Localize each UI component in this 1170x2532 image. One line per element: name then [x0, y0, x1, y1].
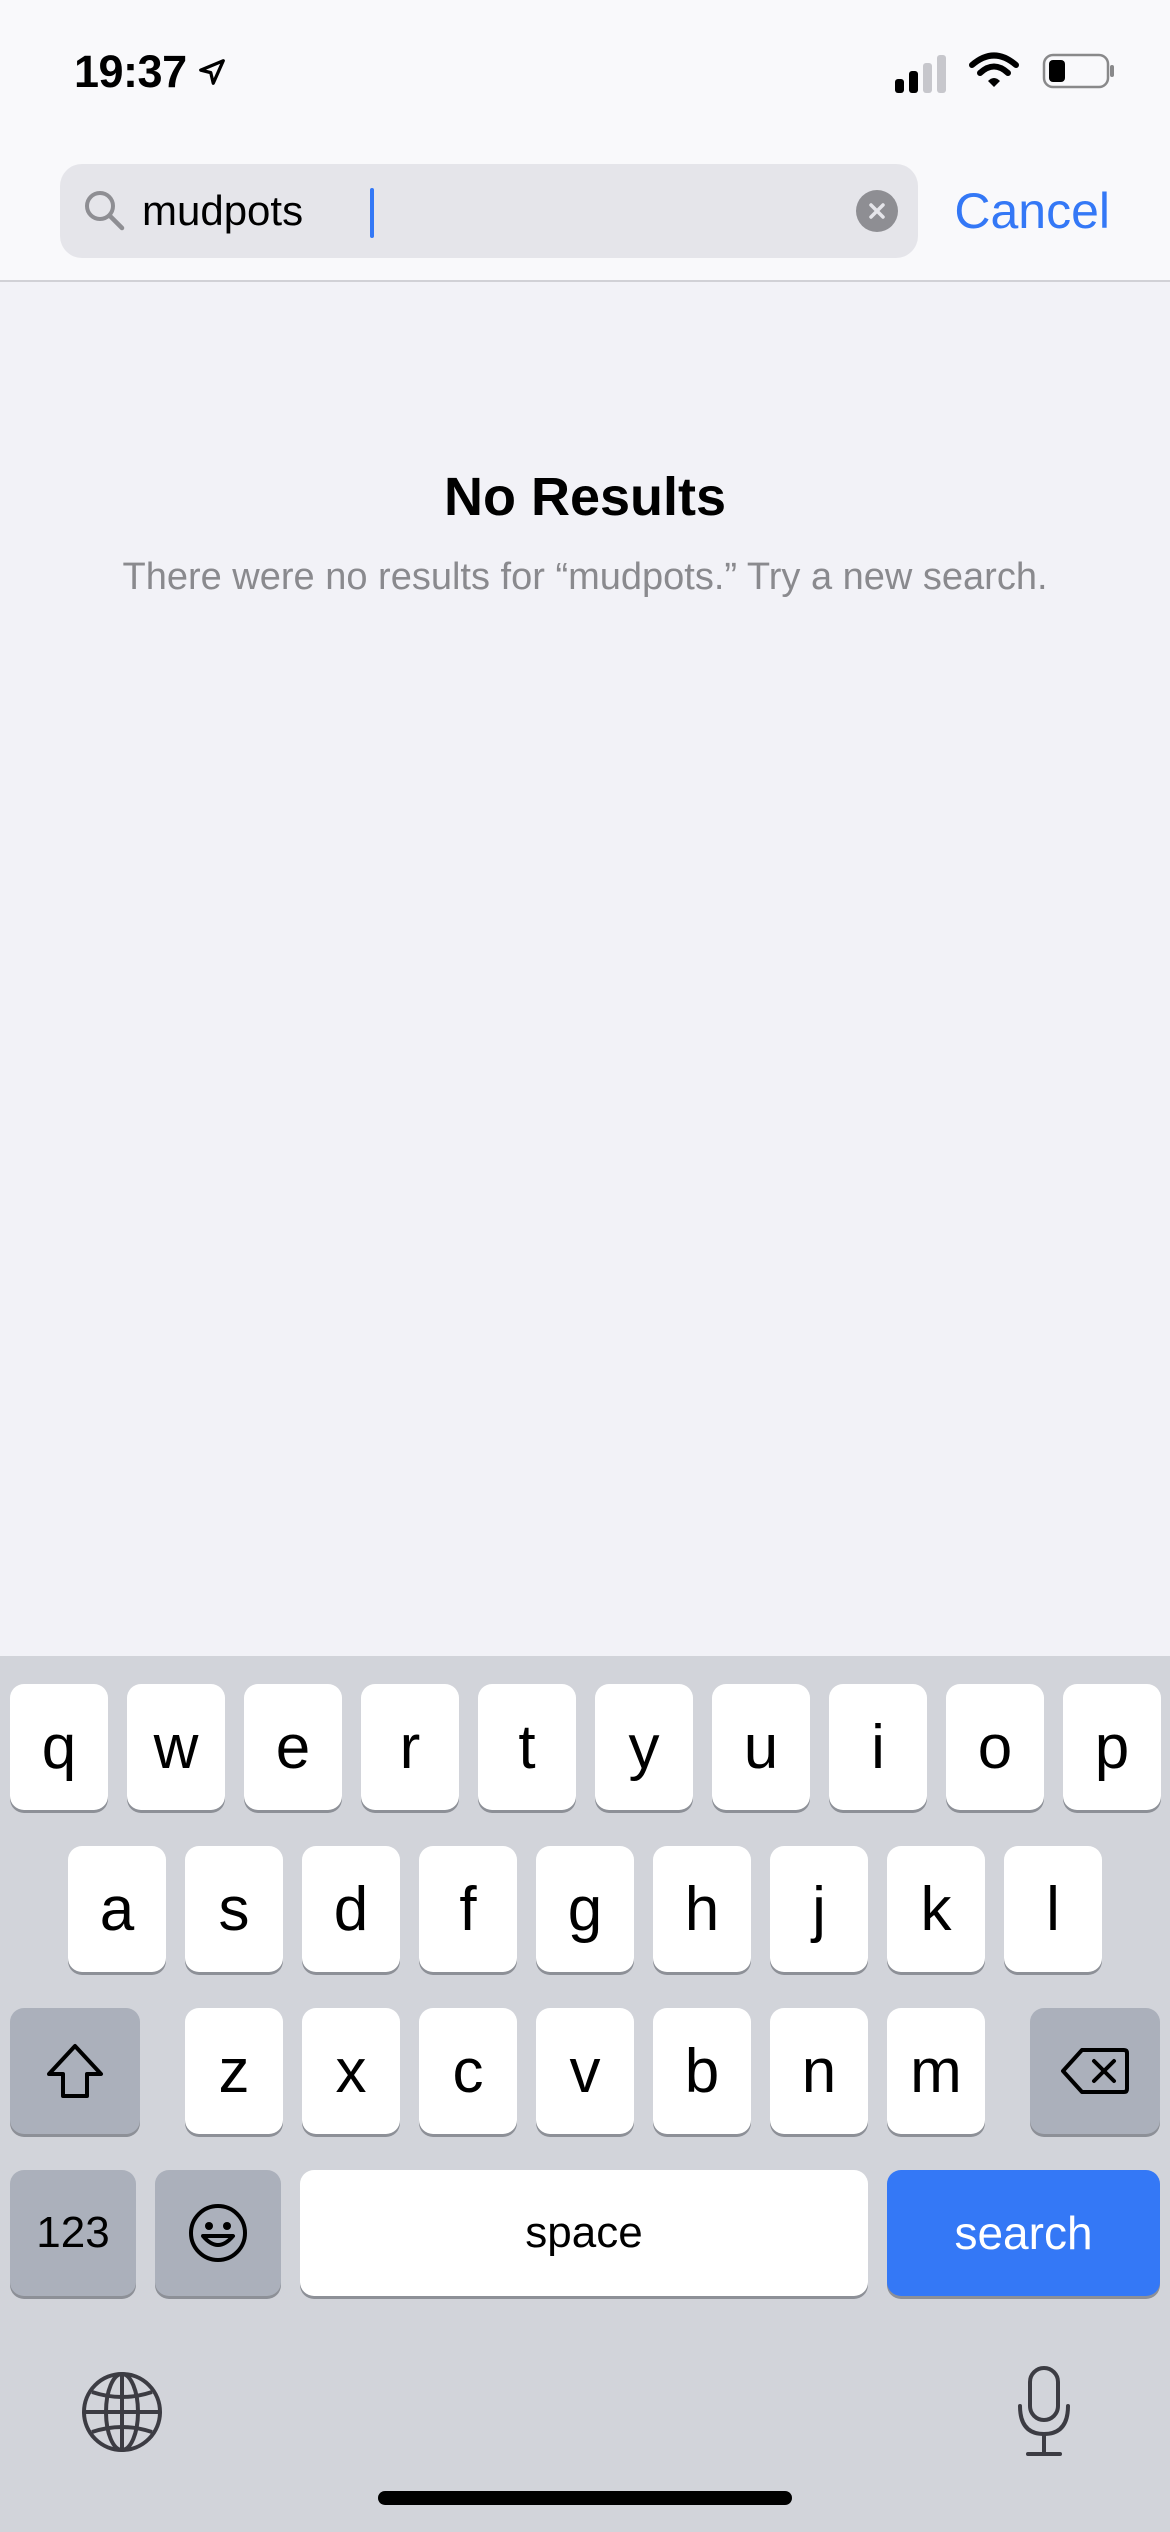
- keyboard: q w e r t y u i o p a s d f g h j k l z …: [0, 1656, 1170, 2532]
- search-input[interactable]: [142, 164, 822, 258]
- search-key[interactable]: search: [887, 2170, 1160, 2296]
- no-results-message: There were no results for “mudpots.” Try…: [122, 556, 1048, 598]
- key-w[interactable]: w: [127, 1684, 225, 1810]
- search-screen: 19:37 mudpots Cancel No Results There we…: [0, 0, 1170, 2532]
- key-s[interactable]: s: [185, 1846, 283, 1972]
- backspace-icon: [1061, 2048, 1129, 2094]
- wifi-icon: [968, 52, 1020, 95]
- cellular-signal-icon: [895, 54, 946, 93]
- key-j[interactable]: j: [770, 1846, 868, 1972]
- key-v[interactable]: v: [536, 2008, 634, 2134]
- key-x[interactable]: x: [302, 2008, 400, 2134]
- globe-icon[interactable]: [80, 2370, 164, 2454]
- no-results-title: No Results: [443, 467, 727, 527]
- key-u[interactable]: u: [712, 1684, 810, 1810]
- delete-key[interactable]: [1030, 2008, 1160, 2134]
- cancel-button[interactable]: Cancel: [954, 164, 1110, 258]
- search-field[interactable]: [60, 164, 918, 258]
- key-a[interactable]: a: [68, 1846, 166, 1972]
- battery-icon: [1042, 52, 1116, 95]
- key-l[interactable]: l: [1004, 1846, 1102, 1972]
- text-cursor: [370, 188, 374, 238]
- space-key[interactable]: space: [300, 2170, 868, 2296]
- clear-x-icon: [869, 203, 885, 219]
- search-row: Cancel: [60, 164, 1110, 258]
- key-i[interactable]: i: [829, 1684, 927, 1810]
- key-g[interactable]: g: [536, 1846, 634, 1972]
- numbers-key[interactable]: 123: [10, 2170, 136, 2296]
- status-icons: [895, 52, 1116, 95]
- emoji-icon: [189, 2204, 247, 2262]
- key-q[interactable]: q: [10, 1684, 108, 1810]
- key-n[interactable]: n: [770, 2008, 868, 2134]
- key-r[interactable]: r: [361, 1684, 459, 1810]
- status-time: 19:37: [74, 46, 227, 98]
- key-o[interactable]: o: [946, 1684, 1044, 1810]
- key-c[interactable]: c: [419, 2008, 517, 2134]
- key-h[interactable]: h: [653, 1846, 751, 1972]
- location-arrow-icon: [197, 57, 227, 87]
- key-d[interactable]: d: [302, 1846, 400, 1972]
- key-b[interactable]: b: [653, 2008, 751, 2134]
- key-y[interactable]: y: [595, 1684, 693, 1810]
- search-icon: [82, 188, 126, 232]
- header-area: 19:37 mudpots Cancel: [0, 0, 1170, 282]
- microphone-icon[interactable]: [1014, 2364, 1074, 2460]
- key-t[interactable]: t: [478, 1684, 576, 1810]
- key-m[interactable]: m: [887, 2008, 985, 2134]
- home-indicator: [378, 2491, 792, 2505]
- key-p[interactable]: p: [1063, 1684, 1161, 1810]
- shift-key[interactable]: [10, 2008, 140, 2134]
- emoji-key[interactable]: [155, 2170, 281, 2296]
- key-z[interactable]: z: [185, 2008, 283, 2134]
- key-f[interactable]: f: [419, 1846, 517, 1972]
- clear-text-button[interactable]: [856, 190, 898, 232]
- key-e[interactable]: e: [244, 1684, 342, 1810]
- shift-arrow-icon: [47, 2044, 103, 2098]
- key-k[interactable]: k: [887, 1846, 985, 1972]
